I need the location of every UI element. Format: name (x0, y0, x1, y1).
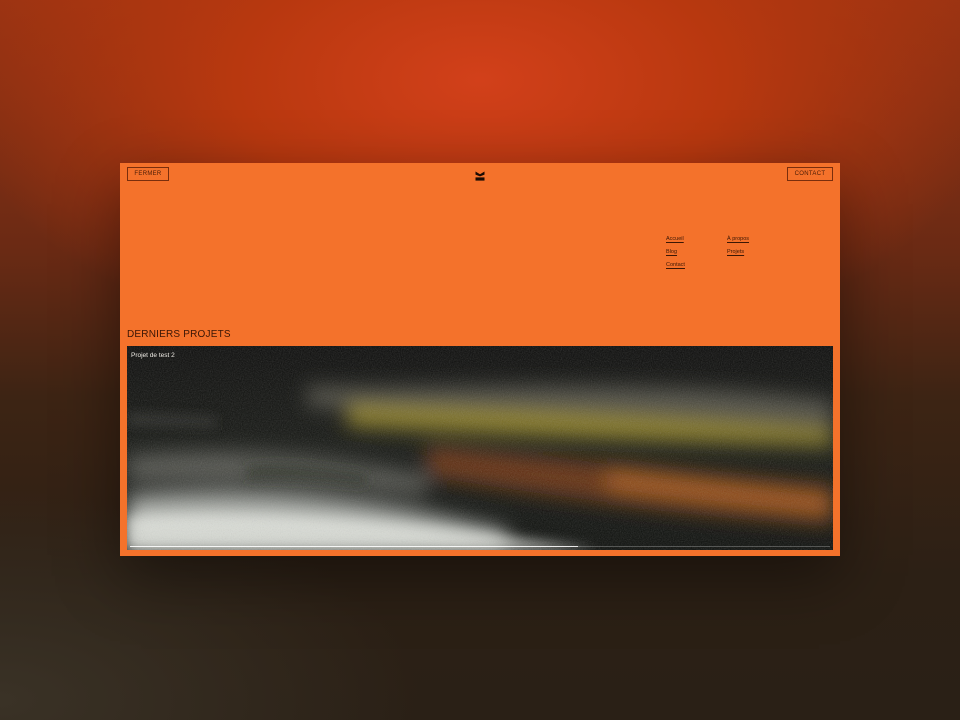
nav-link-blog[interactable]: Blog (666, 249, 677, 255)
contact-button[interactable]: CONTACT (787, 167, 833, 181)
nav-link-a-propos[interactable]: À propos (727, 236, 749, 242)
slider-progress-bar[interactable] (130, 546, 830, 547)
nav-link-contact[interactable]: Contact (666, 262, 685, 268)
menu-overlay-window: FERMER CONTACT Accueil À propos Blog Pro… (120, 163, 840, 556)
project-title: Projet de test 2 (131, 352, 175, 359)
nav-link-projets[interactable]: Projets (727, 249, 744, 255)
brand-logo-icon[interactable] (475, 171, 485, 181)
project-card[interactable]: Projet de test 2 (127, 346, 833, 550)
close-button[interactable]: FERMER (127, 167, 169, 181)
slider-progress-fill (130, 546, 578, 547)
section-title: DERNIERS PROJETS (127, 329, 231, 340)
nav-link-accueil[interactable]: Accueil (666, 236, 684, 242)
project-thumbnail-image (127, 346, 833, 550)
